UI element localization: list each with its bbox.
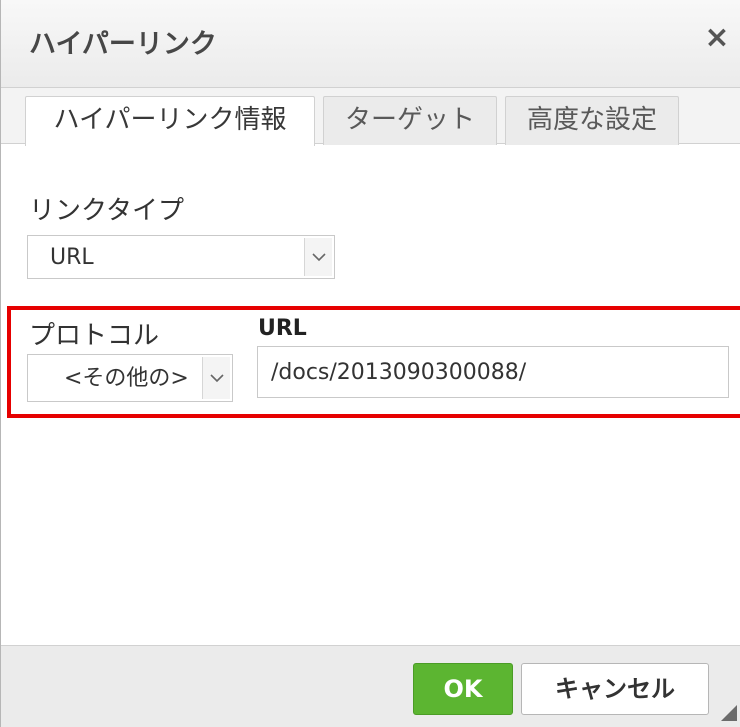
link-type-label: リンクタイプ xyxy=(29,196,184,226)
hyperlink-dialog: ハイパーリンク × ハイパーリンク情報 ターゲット 高度な設定 リンクタイプ U… xyxy=(0,0,740,727)
protocol-value: <その他の> xyxy=(64,366,189,391)
tab-strip: ハイパーリンク情報 ターゲット 高度な設定 xyxy=(1,88,740,146)
url-input[interactable] xyxy=(257,346,729,398)
tab-advanced-settings[interactable]: 高度な設定 xyxy=(505,96,679,145)
link-type-value: URL xyxy=(50,245,94,270)
url-label: URL xyxy=(258,316,307,341)
tab-hyperlink-info[interactable]: ハイパーリンク情報 xyxy=(25,96,315,146)
dialog-footer: OK キャンセル xyxy=(1,645,740,727)
chevron-down-icon[interactable] xyxy=(202,357,230,399)
protocol-select[interactable]: <その他の> xyxy=(27,354,233,402)
close-icon[interactable]: × xyxy=(697,18,737,58)
chevron-down-icon[interactable] xyxy=(304,238,332,276)
cancel-button[interactable]: キャンセル xyxy=(521,663,709,715)
protocol-label: プロトコル xyxy=(29,321,160,351)
dialog-title: ハイパーリンク xyxy=(29,29,217,60)
link-type-select[interactable]: URL xyxy=(27,235,335,279)
dialog-titlebar[interactable]: ハイパーリンク × xyxy=(1,0,740,88)
resize-grip-icon[interactable] xyxy=(717,701,737,721)
tab-target[interactable]: ターゲット xyxy=(323,96,497,145)
ok-button[interactable]: OK xyxy=(413,663,513,715)
